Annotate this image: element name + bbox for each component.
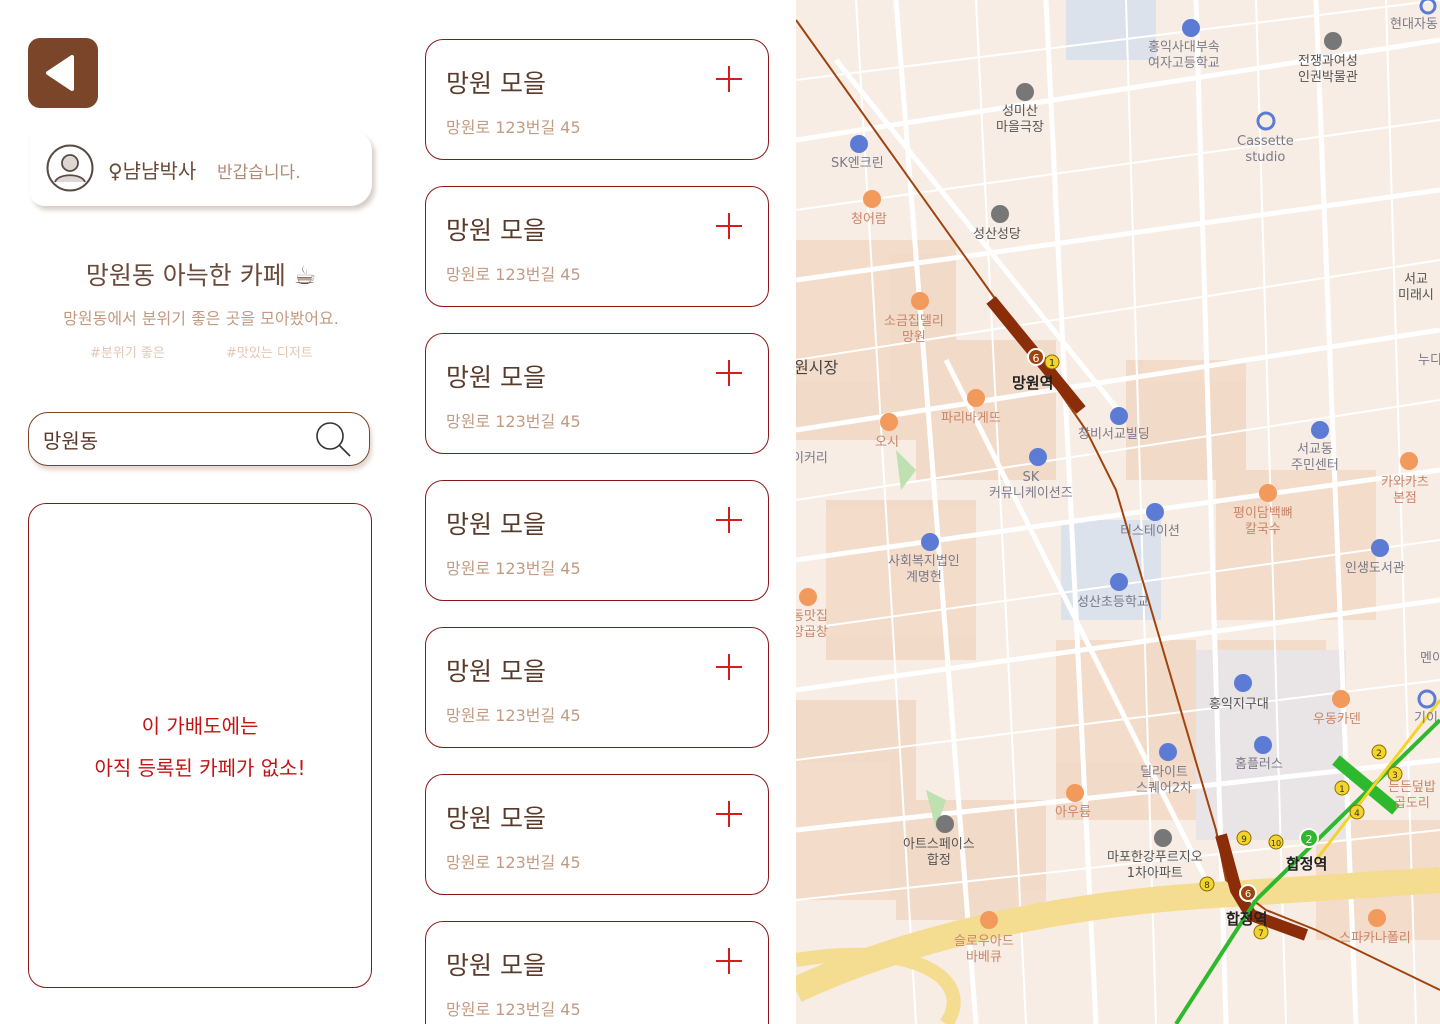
- poi-osi[interactable]: 오시: [875, 435, 899, 451]
- greeting-text: 반갑습니다.: [217, 163, 301, 183]
- poi-welfare-foundation[interactable]: 사회복지법인 계명헌: [888, 554, 960, 586]
- cafe-address: 망원로 123번길 45: [446, 118, 581, 137]
- poi-gio: 기이: [1414, 711, 1438, 726]
- add-plus-icon[interactable]: [716, 948, 742, 974]
- district-market: 원시장: [796, 358, 839, 377]
- poi-cheongeoram[interactable]: 청어람: [851, 212, 887, 228]
- svg-text:1: 1: [1339, 785, 1345, 795]
- poi-homeplus[interactable]: 홈플러스: [1235, 757, 1283, 773]
- add-plus-icon[interactable]: [716, 360, 742, 386]
- poi-seongmisan-theater[interactable]: 성미산 마을극장: [996, 104, 1044, 136]
- poi-hongik-girls-school[interactable]: 홍익사대부속 여자고등학교: [1148, 40, 1220, 72]
- poi-sogeumjip-deli[interactable]: 소금집델리 망원: [884, 314, 944, 346]
- svg-text:7: 7: [1258, 929, 1264, 939]
- poi-sk-enclean[interactable]: SK엔크린: [831, 156, 884, 172]
- collection-title: 망원동 아늑한 카페 ☕: [85, 261, 317, 290]
- cafe-name: 망원 모을: [446, 510, 546, 539]
- cafe-name: 망원 모을: [446, 804, 546, 833]
- poi-sk-communications[interactable]: SK 커뮤니케이션즈: [989, 470, 1073, 502]
- poi-kawakatsu[interactable]: 카와카츠 본점: [1381, 475, 1429, 507]
- poi-dongmat-gopchang[interactable]: 동맛집 양곱창: [796, 609, 828, 641]
- poi-hongik-police[interactable]: 홍익지구대: [1209, 697, 1269, 713]
- cafe-card[interactable]: 망원 모을 망원로 123번길 45: [425, 186, 769, 307]
- tag-mood[interactable]: #분위기 좋은: [90, 342, 165, 361]
- poi-auryum[interactable]: 아우륨: [1055, 805, 1091, 821]
- cafe-card[interactable]: 망원 모을 망원로 123번길 45: [425, 39, 769, 160]
- cafe-name: 망원 모을: [446, 363, 546, 392]
- poi-me: 멘이: [1420, 651, 1440, 666]
- tag-dessert[interactable]: #맛있는 디저트: [226, 342, 313, 361]
- poi-cassette-studio[interactable]: Cassette studio: [1237, 134, 1294, 166]
- cafe-address: 망원로 123번길 45: [446, 706, 581, 725]
- poi-seogyo-community-center[interactable]: 서교동 주민센터: [1291, 442, 1339, 474]
- poi-udong-kaden[interactable]: 우동카덴: [1313, 712, 1361, 728]
- cafe-card[interactable]: 망원 모을 망원로 123번길 45: [425, 774, 769, 895]
- user-profile-card: ♀냠냠박사 반갑습니다.: [30, 132, 372, 206]
- map-view[interactable]: 6 1 2 6 9 10 8 7 2 3 1 4 망원역 합정역 합정역 원시장…: [796, 0, 1440, 1024]
- svg-text:6: 6: [1245, 889, 1251, 900]
- poi-slow-barbecue[interactable]: 슬로우아드 바베큐: [954, 934, 1014, 966]
- search-input[interactable]: [43, 425, 303, 453]
- cafe-address: 망원로 123번길 45: [446, 412, 581, 431]
- svg-text:6: 6: [1033, 352, 1040, 365]
- avatar-icon[interactable]: [46, 144, 94, 192]
- poi-pyeongidam[interactable]: 평이담백뼈 칼국수: [1233, 506, 1293, 538]
- add-plus-icon[interactable]: [716, 507, 742, 533]
- poi-seogyo-future: 서교 미래시: [1398, 272, 1434, 303]
- station-hapjeong-2[interactable]: 합정역: [1226, 908, 1267, 929]
- empty-message-line1: 이 가배도에는: [141, 714, 259, 738]
- add-plus-icon[interactable]: [716, 801, 742, 827]
- svg-text:4: 4: [1354, 809, 1360, 819]
- poi-paris-baguette[interactable]: 파리바게뜨: [941, 411, 1001, 427]
- poi-seongsan-elementary[interactable]: 성산초등학교: [1077, 595, 1149, 611]
- station-mangwon[interactable]: 망원역: [1012, 372, 1053, 393]
- cafe-card[interactable]: 망원 모을 망원로 123번길 45: [425, 480, 769, 601]
- cafe-address: 망원로 123번길 45: [446, 1000, 581, 1019]
- cafe-card[interactable]: 망원 모을 망원로 123번길 45: [425, 333, 769, 454]
- cafe-address: 망원로 123번길 45: [446, 853, 581, 872]
- svg-text:2: 2: [1306, 833, 1313, 846]
- poi-delight-square[interactable]: 딜라이트 스퀘어2차: [1136, 765, 1192, 797]
- svg-text:1: 1: [1049, 358, 1055, 369]
- poi-hyundai: 현대자동: [1390, 17, 1438, 32]
- svg-text:9: 9: [1241, 835, 1247, 845]
- cafe-name: 망원 모을: [446, 951, 546, 980]
- add-plus-icon[interactable]: [716, 66, 742, 92]
- cafe-address: 망원로 123번길 45: [446, 559, 581, 578]
- add-plus-icon[interactable]: [716, 654, 742, 680]
- poi-mapo-river-apartment[interactable]: 마포한강푸르지오 1차아파트: [1107, 850, 1203, 882]
- poi-insaeng-library[interactable]: 인생도서관: [1345, 561, 1405, 577]
- poi-tstation[interactable]: 티스테이션: [1120, 524, 1180, 540]
- cafe-name: 망원 모을: [446, 216, 546, 245]
- cafe-name: 망원 모을: [446, 657, 546, 686]
- svg-text:2: 2: [1376, 749, 1382, 759]
- cafe-list[interactable]: 망원 모을 망원로 123번길 45 망원 모을 망원로 123번길 45 망원…: [425, 39, 769, 1024]
- cafe-name: 망원 모을: [446, 69, 546, 98]
- svg-text:8: 8: [1204, 881, 1210, 891]
- poi-artspace-hapjeong[interactable]: 아트스페이스 합정: [903, 837, 975, 869]
- user-name: ♀냠냠박사: [108, 159, 197, 183]
- search-box: [28, 412, 370, 466]
- empty-message-line2: 아직 등록된 카페가 없소!: [94, 756, 306, 780]
- cafe-card[interactable]: 망원 모을 망원로 123번길 45: [425, 921, 769, 1024]
- cafe-card[interactable]: 망원 모을 망원로 123번길 45: [425, 627, 769, 748]
- collection-description: 망원동에서 분위기 좋은 곳을 모아봤어요.: [63, 309, 339, 328]
- empty-cafe-panel: 이 가배도에는 아직 등록된 카페가 없소!: [28, 503, 372, 988]
- poi-war-museum[interactable]: 전쟁과여성 인권박물관: [1298, 54, 1358, 86]
- back-arrow-icon: [46, 55, 74, 91]
- poi-spacca-napoli[interactable]: 스파카나폴리: [1339, 931, 1411, 947]
- poi-seongsan-cathedral[interactable]: 성산성당: [973, 227, 1021, 243]
- search-icon[interactable]: [313, 419, 355, 461]
- add-plus-icon[interactable]: [716, 213, 742, 239]
- poi-bakery: 이커리: [796, 451, 828, 466]
- poi-nu: 누디: [1418, 353, 1440, 368]
- back-button[interactable]: [28, 38, 98, 108]
- svg-text:10: 10: [1271, 839, 1281, 848]
- poi-changbi-building[interactable]: 창비서교빌딩: [1078, 427, 1150, 443]
- poi-teunteun[interactable]: 든든덮밥 곱도리: [1388, 780, 1436, 812]
- cafe-address: 망원로 123번길 45: [446, 265, 581, 284]
- station-hapjeong[interactable]: 합정역: [1286, 853, 1327, 874]
